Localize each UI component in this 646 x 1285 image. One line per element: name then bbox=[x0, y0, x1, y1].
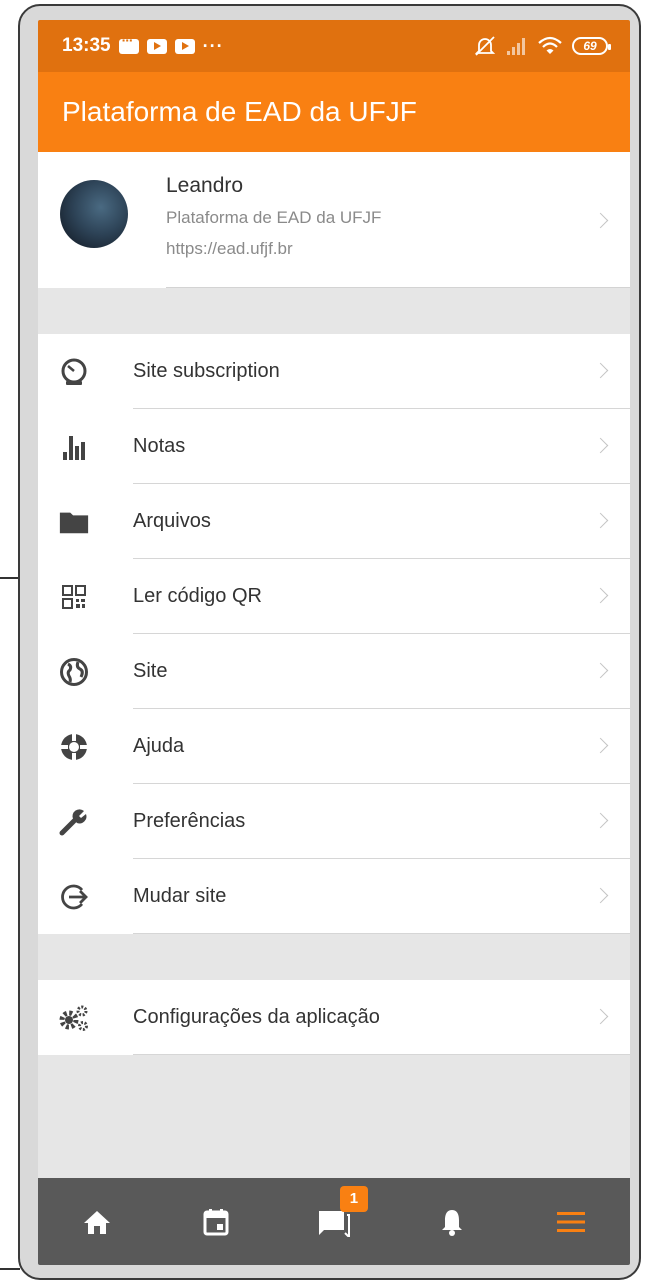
tab-calendar[interactable] bbox=[186, 1192, 246, 1252]
menu-item-arquivos[interactable]: Arquivos bbox=[38, 484, 630, 559]
chevron-right-icon bbox=[592, 812, 609, 829]
youtube-notification-icon-2 bbox=[174, 38, 195, 54]
folder-icon bbox=[58, 506, 90, 538]
tab-more-menu[interactable] bbox=[541, 1192, 601, 1252]
phone-screen: 13:35 ··· 69 Pl bbox=[38, 20, 630, 1265]
frame-bracket-top bbox=[0, 577, 20, 579]
menu-item-label: Ler código QR bbox=[133, 585, 262, 607]
calendar-icon bbox=[203, 1208, 229, 1235]
bar-chart-icon bbox=[58, 431, 90, 463]
wrench-icon bbox=[58, 806, 90, 838]
logout-icon bbox=[58, 881, 90, 913]
globe-icon bbox=[58, 656, 90, 688]
profile-card[interactable]: Leandro Plataforma de EAD da UFJF https:… bbox=[38, 152, 630, 288]
chevron-right-icon bbox=[592, 362, 609, 379]
bell-icon bbox=[442, 1209, 463, 1236]
wifi-icon bbox=[538, 36, 562, 54]
chevron-right-icon bbox=[592, 1008, 609, 1025]
chevron-right-icon bbox=[592, 512, 609, 529]
speedometer-icon bbox=[58, 356, 90, 388]
menu-item-mudar-site[interactable]: Mudar site bbox=[38, 859, 630, 934]
section-gap bbox=[38, 288, 630, 334]
status-time: 13:35 bbox=[62, 35, 111, 56]
status-bar: 13:35 ··· 69 bbox=[38, 20, 630, 72]
menu-item-label: Mudar site bbox=[133, 885, 227, 907]
chevron-right-icon bbox=[592, 587, 609, 604]
tab-messages[interactable]: 1 bbox=[304, 1185, 368, 1252]
frame-bracket-bottom bbox=[0, 1268, 20, 1270]
menu-item-label: Notas bbox=[133, 435, 186, 457]
chevron-right-icon bbox=[592, 662, 609, 679]
menu-item-label: Arquivos bbox=[133, 510, 211, 532]
divider bbox=[133, 1054, 630, 1055]
signal-icon bbox=[507, 38, 525, 55]
gears-icon bbox=[58, 1002, 90, 1034]
menu-icon bbox=[556, 1211, 585, 1232]
messages-badge: 1 bbox=[339, 1185, 368, 1212]
menu-item-preferencias[interactable]: Preferências bbox=[38, 784, 630, 859]
menu-item-label: Preferências bbox=[133, 810, 246, 832]
youtube-notification-icon bbox=[146, 38, 167, 54]
mute-icon bbox=[474, 36, 496, 56]
battery-icon: 69 bbox=[572, 37, 611, 55]
message-notification-icon bbox=[118, 32, 139, 54]
menu-item-ajuda[interactable]: Ajuda bbox=[38, 709, 630, 784]
menu-item-notas[interactable]: Notas bbox=[38, 409, 630, 484]
bottom-tab-bar: 1 bbox=[38, 1178, 630, 1265]
section-gap bbox=[38, 934, 630, 980]
settings-menu: Configurações da aplicação bbox=[38, 980, 630, 1055]
chevron-right-icon bbox=[592, 437, 609, 454]
menu-item-label: Configurações da aplicação bbox=[133, 1006, 380, 1028]
tab-notifications[interactable] bbox=[422, 1192, 482, 1252]
app-header: Plataforma de EAD da UFJF bbox=[38, 72, 630, 152]
menu-item-label: Site subscription bbox=[133, 360, 280, 382]
main-menu: Site subscription Notas Arquivos Ler cód… bbox=[38, 334, 630, 934]
more-notifications-icon: ··· bbox=[202, 35, 224, 56]
menu-item-ler-codigo-qr[interactable]: Ler código QR bbox=[38, 559, 630, 634]
tab-home[interactable] bbox=[67, 1192, 127, 1252]
divider bbox=[166, 287, 630, 288]
chevron-right-icon bbox=[592, 212, 609, 229]
lifebuoy-icon bbox=[58, 731, 90, 763]
profile-name: Leandro bbox=[166, 174, 244, 197]
menu-item-label: Site bbox=[133, 660, 168, 682]
qr-code-icon bbox=[58, 581, 90, 613]
profile-site-name: Plataforma de EAD da UFJF bbox=[166, 208, 382, 227]
chevron-right-icon bbox=[592, 737, 609, 754]
menu-item-label: Ajuda bbox=[133, 735, 185, 757]
profile-info: Leandro Plataforma de EAD da UFJF https:… bbox=[166, 174, 381, 270]
chevron-right-icon bbox=[592, 887, 609, 904]
home-icon bbox=[84, 1210, 111, 1234]
menu-item-configuracoes[interactable]: Configurações da aplicação bbox=[38, 980, 630, 1055]
menu-item-site[interactable]: Site bbox=[38, 634, 630, 709]
profile-site-url: https://ead.ufjf.br bbox=[166, 239, 293, 258]
page-title: Plataforma de EAD da UFJF bbox=[62, 96, 417, 127]
avatar bbox=[60, 180, 128, 248]
divider bbox=[133, 933, 630, 934]
menu-item-site-subscription[interactable]: Site subscription bbox=[38, 334, 630, 409]
